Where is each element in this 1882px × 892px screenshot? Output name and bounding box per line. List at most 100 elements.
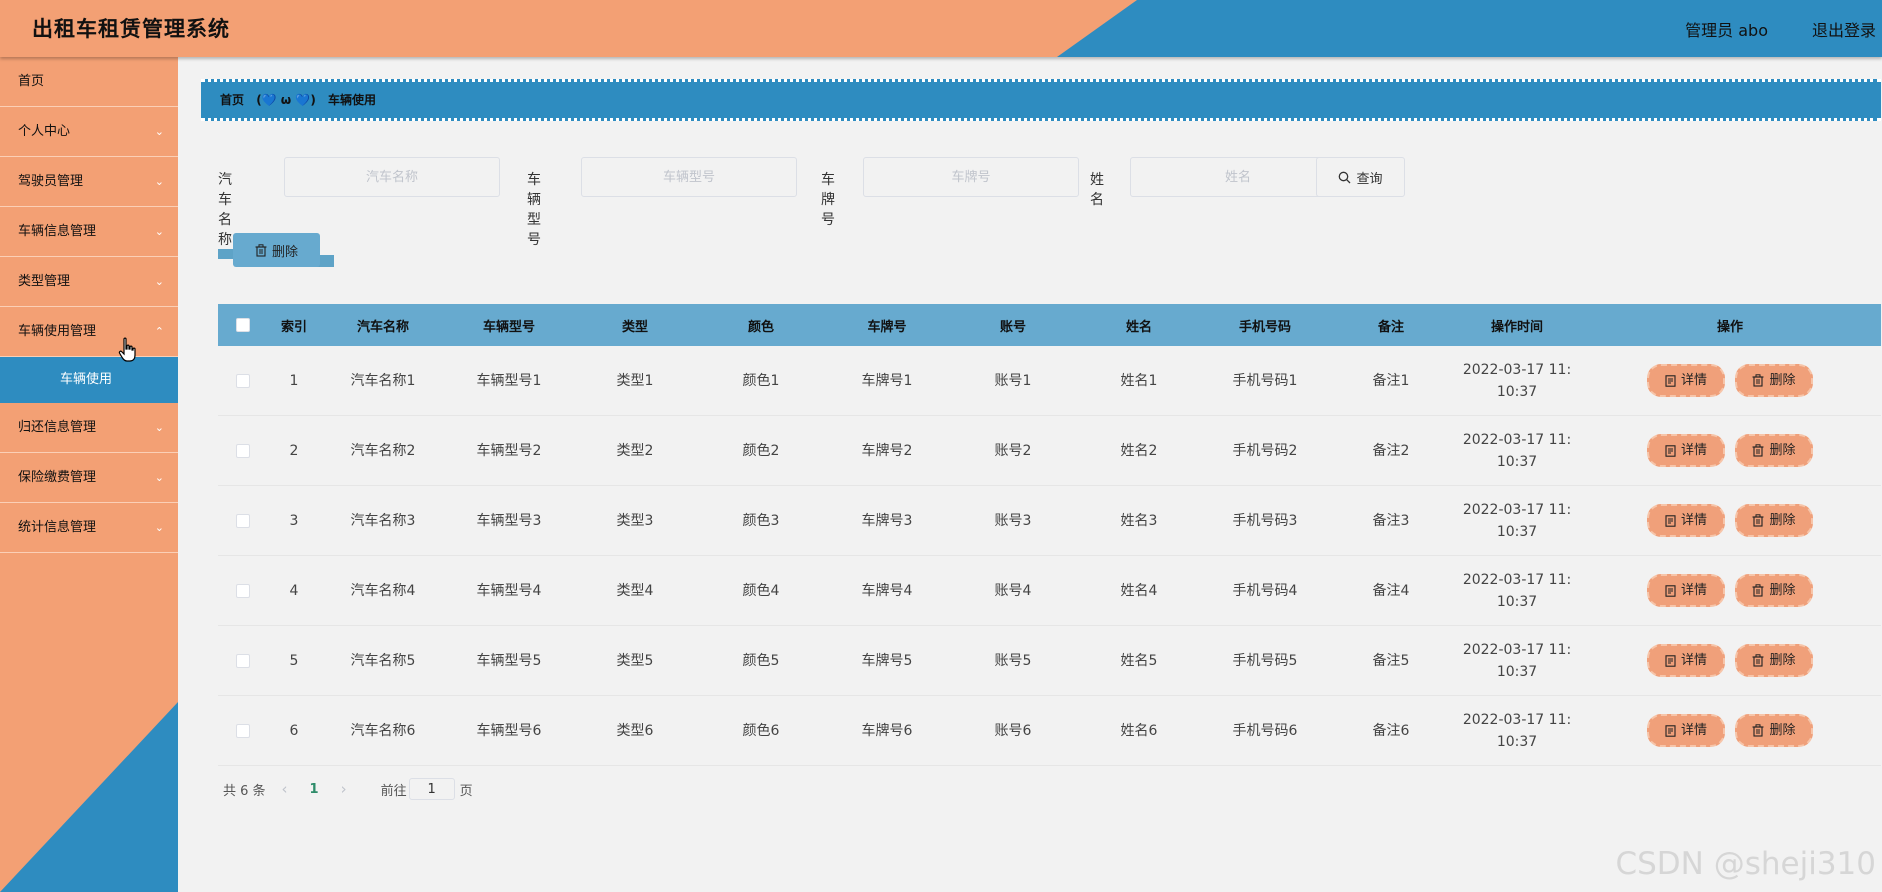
logout-link[interactable]: 退出登录 <box>1812 17 1876 41</box>
detail-button[interactable]: 详情 <box>1647 364 1725 397</box>
name-cell: 姓名4 <box>1120 582 1158 599</box>
column-header: 操作 <box>1716 319 1743 335</box>
car-name-cell: 汽车名称1 <box>350 372 416 389</box>
sidebar-item-personal-center[interactable]: 个人中心 ⌄ <box>0 107 178 157</box>
sidebar-item-label: 车辆使用管理 <box>18 324 97 339</box>
chevron-down-icon: ⌄ <box>154 275 164 288</box>
op-time-cell: 2022-03-17 11: 10:37 <box>1454 359 1580 403</box>
query-button[interactable]: 查询 <box>1316 157 1405 197</box>
table-row: 3 汽车名称3 车辆型号3 类型3 颜色3 车牌号3 账号3 姓名3 手机号码3 备注3 2022-… <box>218 486 1881 556</box>
remark-cell: 备注4 <box>1372 582 1410 599</box>
remark-cell: 备注2 <box>1372 442 1410 459</box>
sidebar-subitem-vehicle-usage[interactable]: 车辆使用 <box>0 357 178 403</box>
watermark: CSDN @sheji310 <box>1615 846 1876 882</box>
car-name-input[interactable] <box>284 157 500 197</box>
remark-cell: 备注5 <box>1372 652 1410 669</box>
sidebar-item-driver-management[interactable]: 驾驶员管理 ⌄ <box>0 157 178 207</box>
color-cell: 颜色4 <box>742 582 780 599</box>
admin-user-label: 管理员 abo <box>1685 21 1768 40</box>
type-cell: 类型3 <box>616 512 654 529</box>
op-time-cell: 2022-03-17 11: 10:37 <box>1454 499 1580 543</box>
detail-button[interactable]: 详情 <box>1647 644 1725 677</box>
index-cell: 6 <box>289 722 299 739</box>
detail-button[interactable]: 详情 <box>1647 434 1725 467</box>
op-time-line1: 2022-03-17 11: <box>1462 431 1572 448</box>
delete-label: 删除 <box>1769 722 1796 738</box>
plate-number-cell: 车牌号6 <box>861 722 913 739</box>
plate-number-input[interactable] <box>863 157 1079 197</box>
vehicle-model-input[interactable] <box>581 157 797 197</box>
actions-cell: 详情 删除 <box>1580 714 1880 747</box>
sidebar: 首页 个人中心 ⌄ 驾驶员管理 ⌄ 车辆信息管理 ⌄ 类型管理 ⌄ 车辆使用管理 ⌃ 车辆… <box>0 57 178 892</box>
delete-button[interactable]: 删除 <box>1735 434 1813 467</box>
table-body: 1 汽车名称1 车辆型号1 类型1 颜色1 车牌号1 账号1 姓名1 手机号码1 备注1 2022-… <box>218 346 1881 766</box>
sidebar-item-label: 类型管理 <box>18 274 71 289</box>
row-checkbox[interactable] <box>236 373 250 388</box>
car-name-cell: 汽车名称4 <box>350 582 416 599</box>
sidebar-item-vehicle-usage-management[interactable]: 车辆使用管理 ⌃ <box>0 307 178 357</box>
plate-number-cell: 车牌号5 <box>861 652 913 669</box>
sidebar-item-vehicle-info-management[interactable]: 车辆信息管理 ⌄ <box>0 207 178 257</box>
delete-button[interactable]: 删除 <box>1735 504 1813 537</box>
color-cell: 颜色6 <box>742 722 780 739</box>
actions-cell: 详情 删除 <box>1580 364 1880 397</box>
delete-button[interactable]: 删除 <box>1735 364 1813 397</box>
sidebar-item-home[interactable]: 首页 <box>0 57 178 107</box>
sidebar-item-return-info-management[interactable]: 归还信息管理 ⌄ <box>0 403 178 453</box>
op-time-cell: 2022-03-17 11: 10:37 <box>1454 709 1580 753</box>
phone-cell: 手机号码6 <box>1232 722 1298 739</box>
breadcrumb-separator: (💙 ω 💙) <box>256 93 316 107</box>
delete-button[interactable]: 删除 <box>1735 714 1813 747</box>
op-time-line1: 2022-03-17 11: <box>1462 501 1572 518</box>
row-checkbox[interactable] <box>236 513 250 528</box>
delete-button[interactable]: 删除 <box>1735 644 1813 677</box>
sidebar-item-label: 车辆信息管理 <box>18 224 97 239</box>
op-time-line2: 10:37 <box>1496 593 1538 610</box>
batch-delete-button[interactable]: 删除 <box>233 233 320 267</box>
remark-cell: 备注6 <box>1372 722 1410 739</box>
row-checkbox[interactable] <box>236 723 250 738</box>
delete-label: 删除 <box>1769 652 1796 668</box>
account-cell: 账号3 <box>994 512 1032 529</box>
detail-button[interactable]: 详情 <box>1647 574 1725 607</box>
vehicle-model-cell: 车辆型号6 <box>476 722 542 739</box>
detail-button[interactable]: 详情 <box>1647 504 1725 537</box>
remark-cell: 备注1 <box>1372 372 1410 389</box>
car-name-cell: 汽车名称3 <box>350 512 416 529</box>
table-row: 5 汽车名称5 车辆型号5 类型5 颜色5 车牌号5 账号5 姓名5 手机号码5 备注5 2022-… <box>218 626 1881 696</box>
op-time-line2: 10:37 <box>1496 733 1538 750</box>
color-cell: 颜色1 <box>742 372 780 389</box>
next-page-icon[interactable]: › <box>341 780 347 798</box>
chevron-down-icon: ⌄ <box>154 421 164 434</box>
breadcrumb-current: 车辆使用 <box>328 93 377 107</box>
select-all-checkbox[interactable] <box>236 318 250 332</box>
vehicle-model-cell: 车辆型号1 <box>476 372 542 389</box>
goto-page-input[interactable] <box>408 778 455 800</box>
sidebar-item-type-management[interactable]: 类型管理 ⌄ <box>0 257 178 307</box>
name-cell: 姓名2 <box>1120 442 1158 459</box>
column-header: 类型 <box>621 319 648 335</box>
row-select-cell <box>218 370 268 392</box>
name-input[interactable] <box>1130 157 1346 197</box>
delete-label: 删除 <box>1769 442 1796 458</box>
car-name-cell: 汽车名称6 <box>350 722 416 739</box>
row-checkbox[interactable] <box>236 443 250 458</box>
pagination: 共 6 条 ‹ 1 › 前往 页 <box>223 777 473 801</box>
row-checkbox[interactable] <box>236 583 250 598</box>
delete-button[interactable]: 删除 <box>1735 574 1813 607</box>
actions-cell: 详情 删除 <box>1580 644 1880 677</box>
row-checkbox[interactable] <box>236 653 250 668</box>
account-cell: 账号5 <box>994 652 1032 669</box>
sidebar-item-insurance-payment-management[interactable]: 保险缴费管理 ⌄ <box>0 453 178 503</box>
op-time-line1: 2022-03-17 11: <box>1462 711 1572 728</box>
detail-button[interactable]: 详情 <box>1647 714 1725 747</box>
car-name-cell: 汽车名称5 <box>350 652 416 669</box>
op-time-line2: 10:37 <box>1496 663 1538 680</box>
page-number[interactable]: 1 <box>310 782 319 797</box>
op-time-line2: 10:37 <box>1496 383 1538 400</box>
column-header: 颜色 <box>747 319 774 335</box>
index-cell: 2 <box>289 442 299 459</box>
prev-page-icon[interactable]: ‹ <box>282 780 288 798</box>
sidebar-item-statistics-management[interactable]: 统计信息管理 ⌄ <box>0 503 178 553</box>
breadcrumb-home[interactable]: 首页 <box>220 93 244 107</box>
